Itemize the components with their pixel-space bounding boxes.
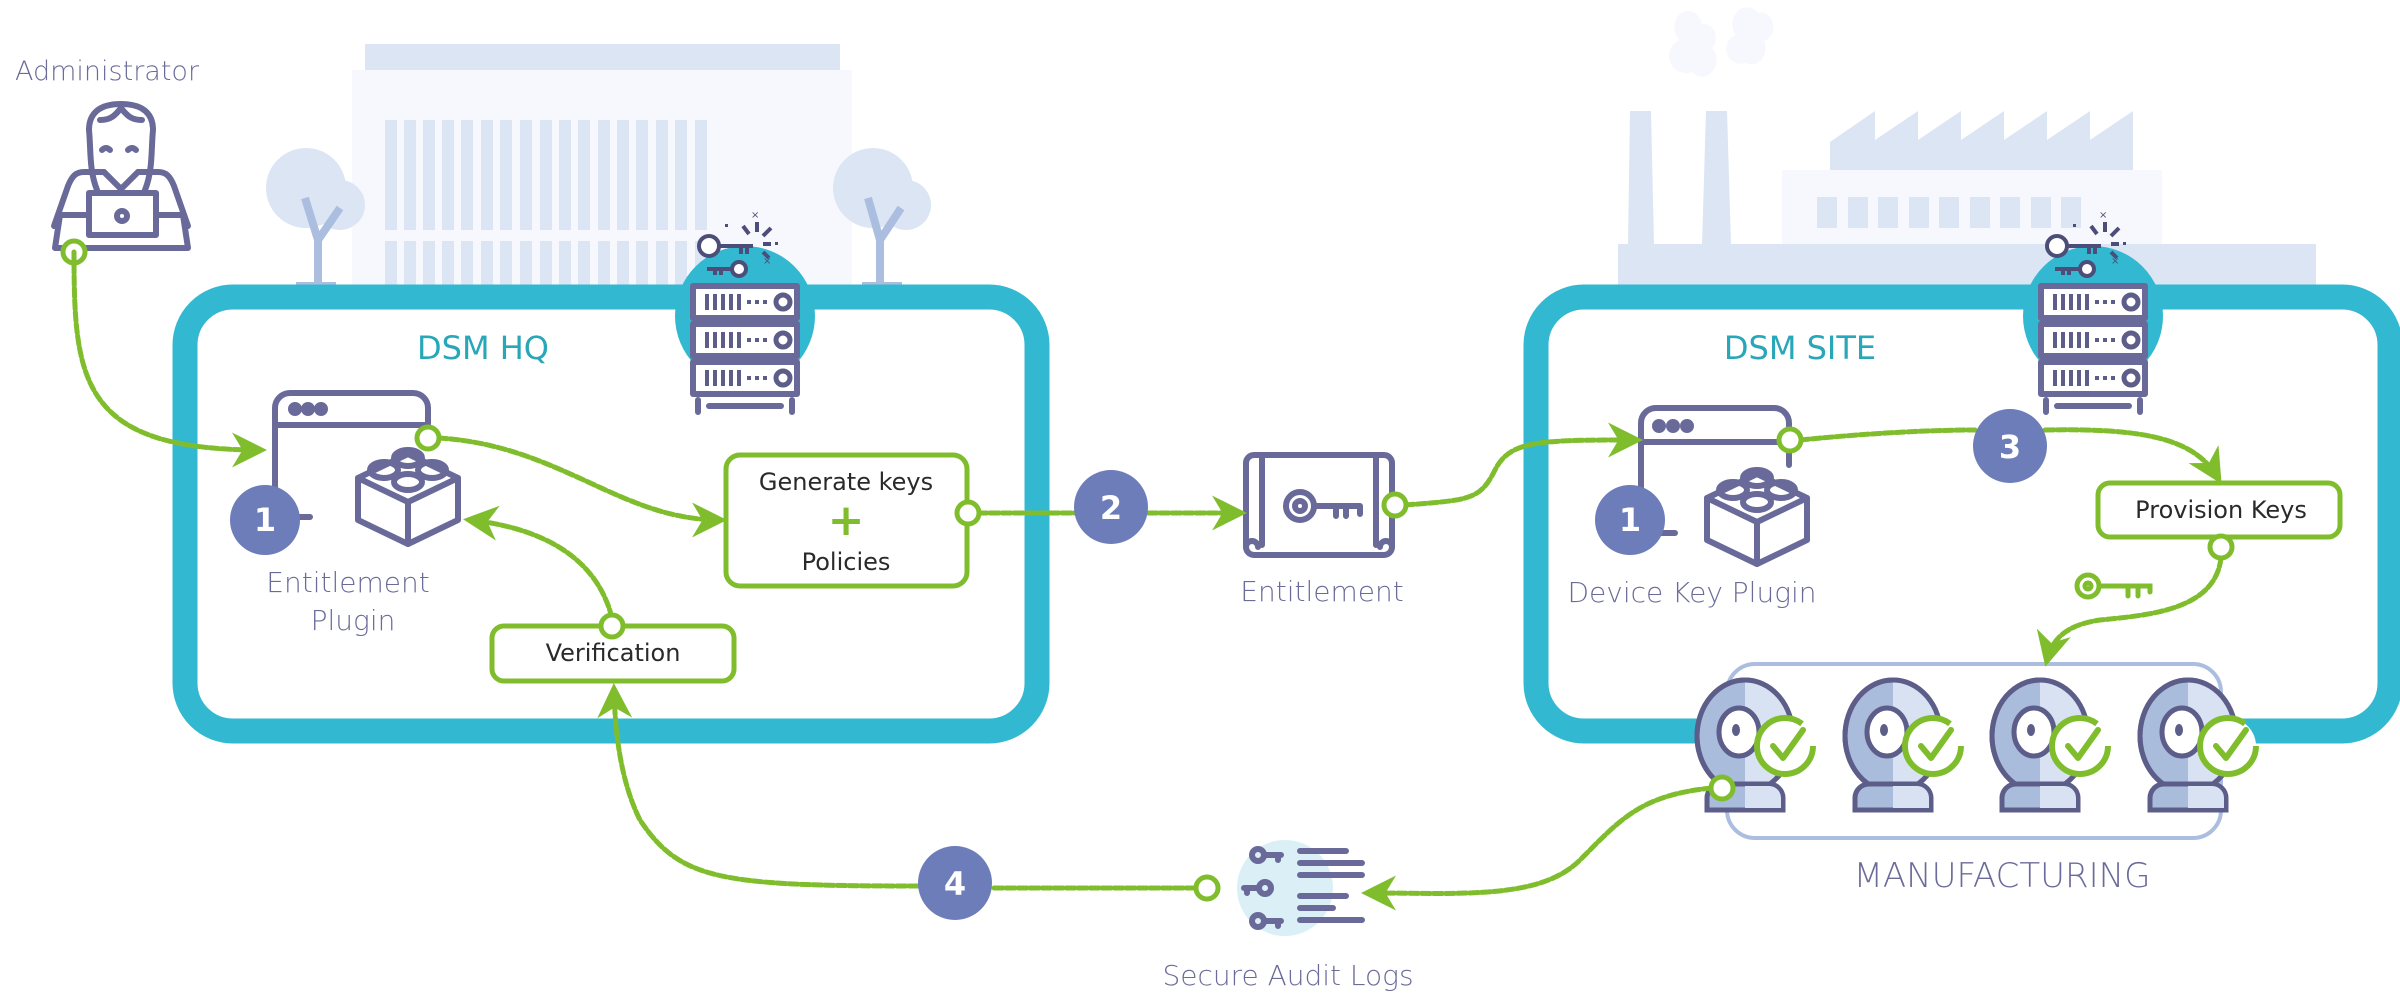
connector-audit-out <box>1193 874 1221 902</box>
generate-keys-policies-box[interactable]: Generate keys + Policies <box>723 452 970 589</box>
connector-generate-out <box>954 499 982 527</box>
device-key-plugin-label: Device Key Plugin <box>1567 576 1816 609</box>
plus-icon: + <box>828 495 865 546</box>
flow-device-to-audit <box>1361 785 1715 911</box>
connector-verification-out <box>598 612 626 640</box>
connector-hq-plugin-out <box>414 424 442 452</box>
connector-entitlement-out <box>1381 491 1409 519</box>
dsm-site-title: DSM SITE <box>1724 329 1876 367</box>
entitlement-plugin-label-line1: Entitlement <box>266 566 429 599</box>
verification-label: Verification <box>546 639 681 667</box>
entitlement-scroll-icon <box>1243 452 1395 558</box>
step-4-number: 4 <box>944 865 966 903</box>
secure-audit-log-icon <box>1237 840 1365 936</box>
administrator-icon <box>51 101 191 251</box>
manufacturing-label: MANUFACTURING <box>1854 856 2151 896</box>
step-1-number-site: 1 <box>1619 501 1641 539</box>
dsm-hq-title: DSM HQ <box>417 329 549 367</box>
diagram-canvas: ×× <box>15 7 2400 992</box>
entitlement-label: Entitlement <box>1240 575 1403 608</box>
tree-left <box>266 148 365 288</box>
connector-site-plugin-out <box>1776 426 1804 454</box>
connector-device-out <box>1708 774 1736 802</box>
entitlement-plugin-label-line2: Plugin <box>311 604 396 637</box>
secure-audit-logs-label: Secure Audit Logs <box>1162 959 1413 992</box>
generate-keys-label: Generate keys <box>759 468 933 496</box>
step-1-number-hq: 1 <box>254 501 276 539</box>
provision-keys-label: Provision Keys <box>2135 496 2307 524</box>
factory-background <box>1618 7 2316 287</box>
policies-label: Policies <box>802 548 891 576</box>
step-2-number: 2 <box>1100 489 1122 527</box>
step-3-number: 3 <box>1999 428 2021 466</box>
provision-keys-box[interactable]: Provision Keys <box>2095 480 2343 540</box>
administrator-label: Administrator <box>15 56 200 87</box>
connector-provision-out <box>2207 533 2235 561</box>
